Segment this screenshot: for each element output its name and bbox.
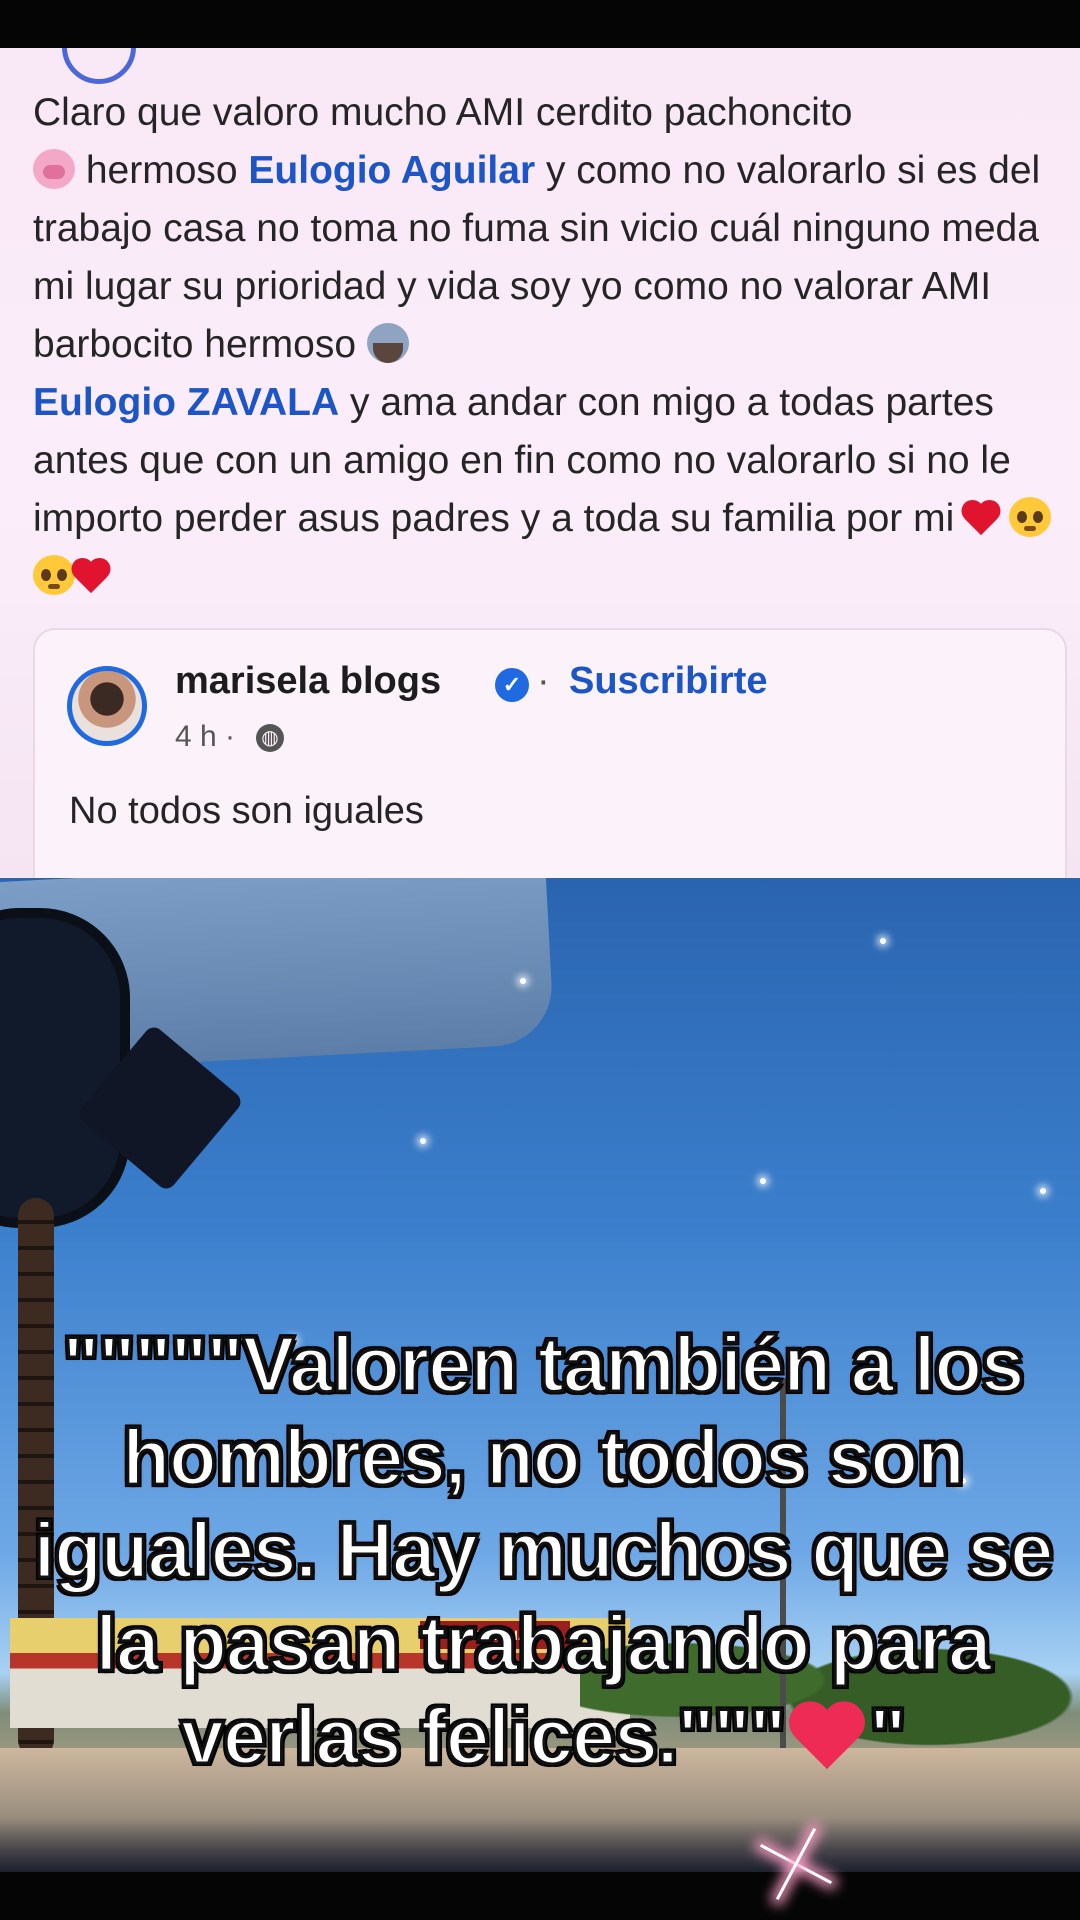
red-heart-icon	[965, 497, 1009, 537]
facebook-post: Claro que valoro mucho AMI cerdito pacho…	[0, 48, 1080, 878]
verified-badge-icon: ✓	[495, 668, 529, 702]
globe-icon: ◍	[256, 724, 284, 752]
bearded-man-icon	[366, 323, 409, 363]
red-heart-icon	[75, 555, 119, 595]
overlay-quote-end: "	[868, 1691, 908, 1782]
post-text-line1: Claro que valoro mucho AMI cerdito pacho…	[33, 91, 853, 134]
top-black-bar	[0, 0, 1080, 48]
sparkle-icon	[880, 938, 886, 944]
pleading-face-icon	[1009, 497, 1052, 537]
sparkle-icon	[1040, 1188, 1046, 1194]
post-text-segment: hermoso	[75, 149, 249, 192]
mention-eulogio-zavala[interactable]: Eulogio ZAVALA	[33, 381, 339, 424]
subscribe-button[interactable]: Suscribirte	[569, 660, 768, 703]
shared-post-card[interactable]: marisela blogs ✓ · Suscribirte 4 h · ◍ N…	[33, 628, 1067, 878]
mention-eulogio-aguilar[interactable]: Eulogio Aguilar	[248, 149, 535, 192]
post-text: Claro que valoro mucho AMI cerdito pacho…	[33, 84, 1053, 606]
shared-post-text: No todos son iguales	[69, 790, 424, 832]
separator-dot: ·	[537, 660, 550, 702]
car-dashboard	[0, 1818, 1080, 1872]
sparkle-icon	[760, 1178, 766, 1184]
sparkle-icon	[784, 1852, 808, 1876]
shared-author-name[interactable]: marisela blogs	[175, 660, 441, 703]
pig-face-icon	[33, 149, 75, 189]
post-timestamp[interactable]: 4 h ·	[175, 720, 235, 754]
background-photo: ARMACIA """""Valoren también a los hombr…	[0, 878, 1080, 1872]
overlay-quote: """""Valoren también a los hombres, no t…	[18, 1318, 1068, 1783]
bottom-black-bar	[0, 1872, 1080, 1920]
author-avatar[interactable]	[62, 48, 136, 84]
rearview-mirror	[0, 908, 130, 1228]
sparkle-icon	[420, 1138, 426, 1144]
red-heart-icon	[785, 1697, 869, 1777]
shared-author-avatar[interactable]	[67, 666, 147, 746]
sparkle-icon	[520, 978, 526, 984]
pleading-face-icon	[33, 555, 75, 595]
